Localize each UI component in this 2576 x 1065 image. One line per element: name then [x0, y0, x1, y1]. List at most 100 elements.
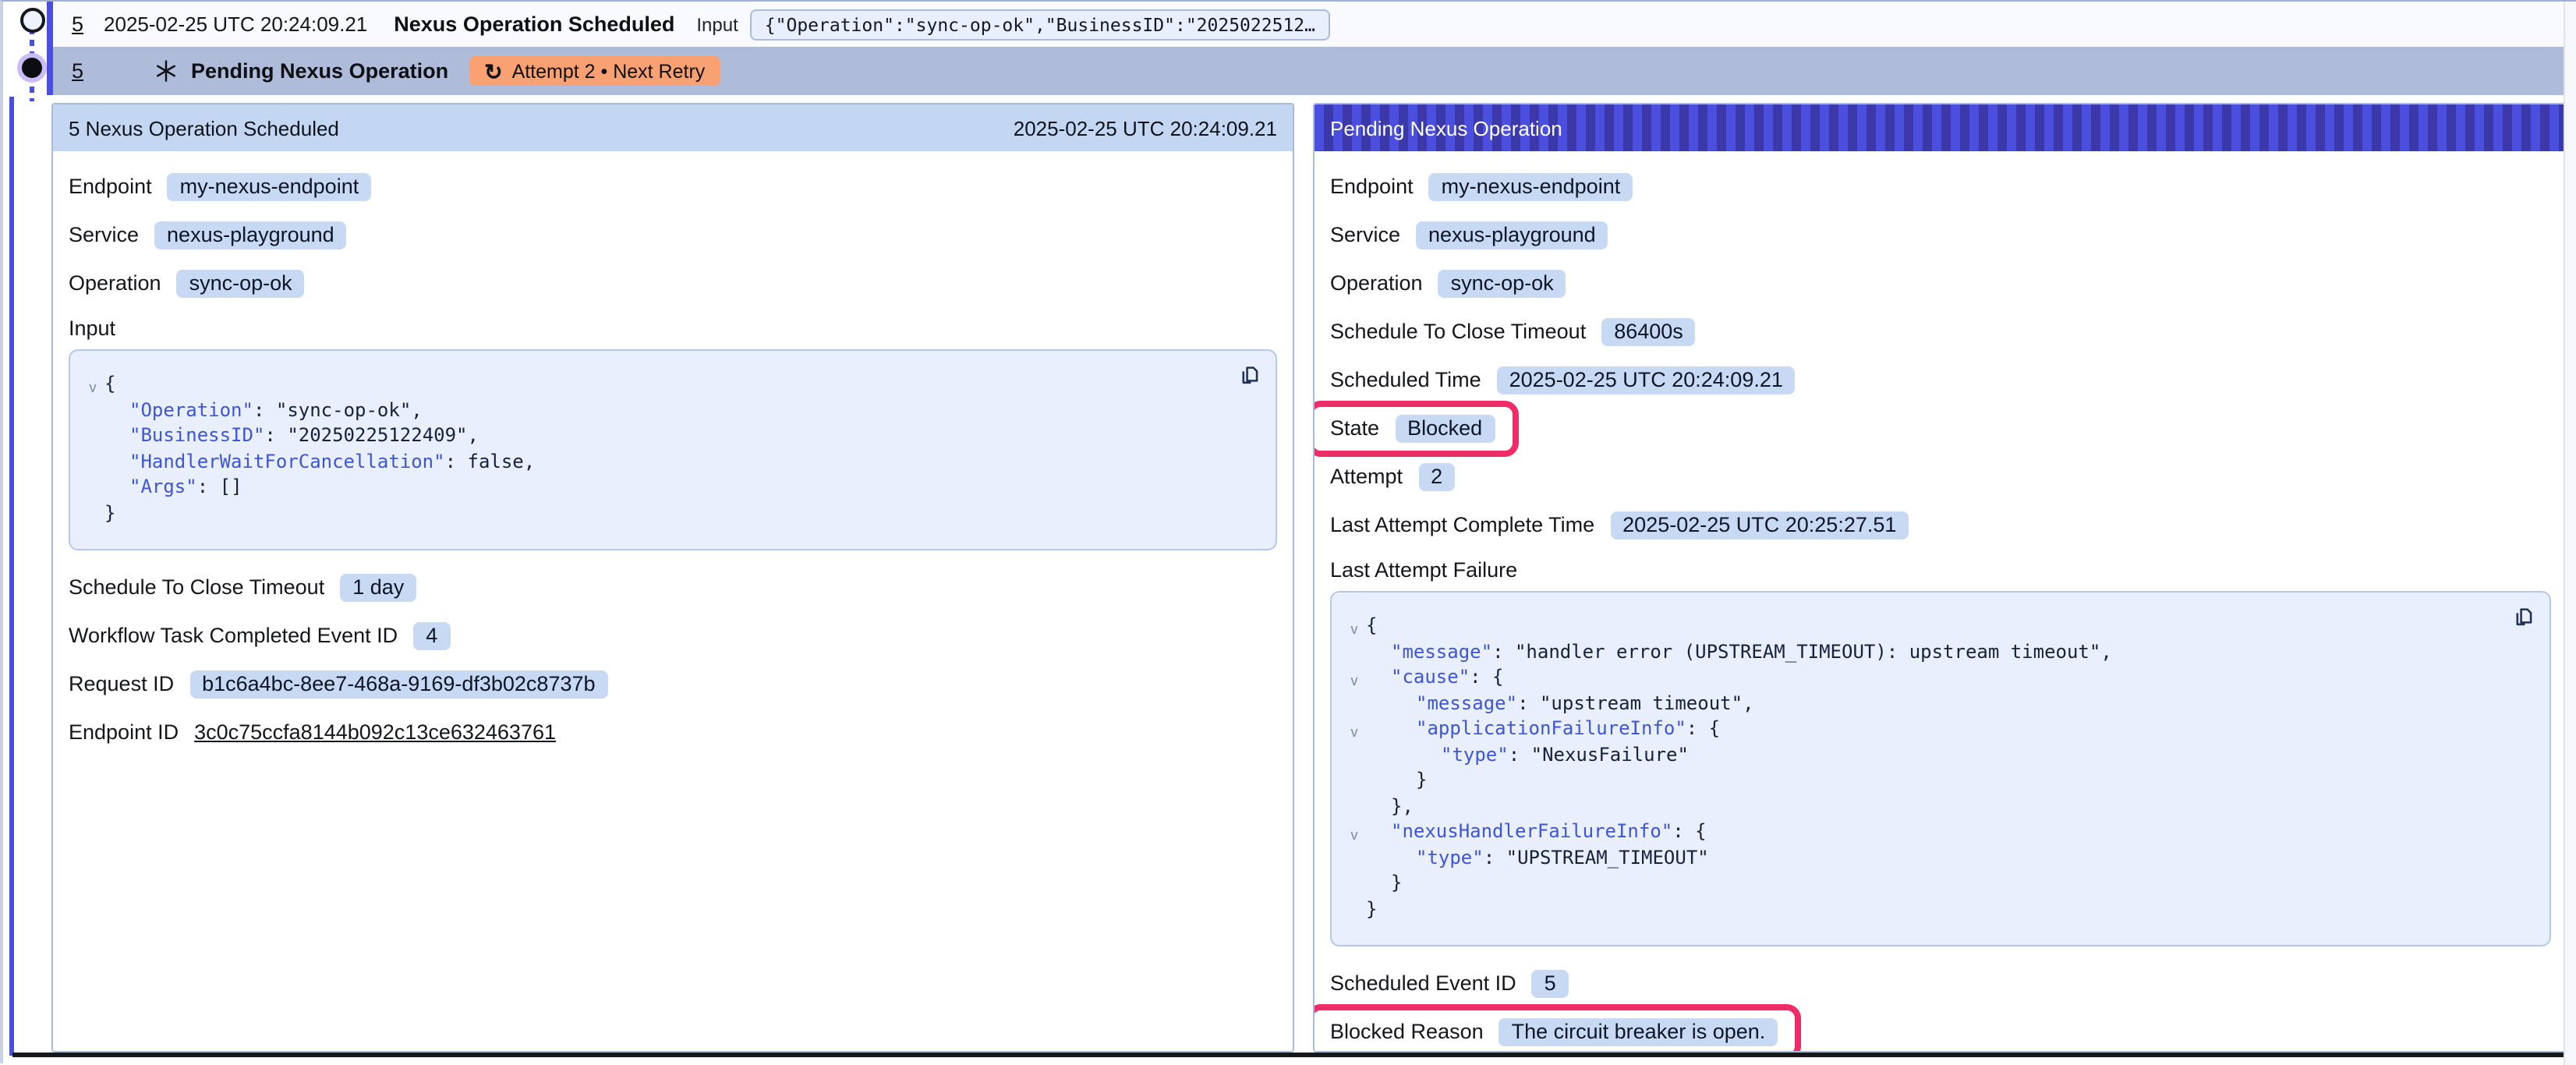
- code-gutter: [1343, 642, 1366, 668]
- field-value-badge: sync-op-ok: [177, 269, 305, 297]
- collapse-chevron-icon[interactable]: v: [1343, 617, 1366, 642]
- scrollbar-track[interactable]: [2564, 2, 2576, 1065]
- code-text: }: [1366, 767, 1427, 793]
- field-row-scheduled-event-id: Scheduled Event ID5: [1330, 968, 2551, 998]
- code-gutter: [1343, 771, 1366, 797]
- code-text: {: [104, 371, 115, 397]
- field-label: State: [1330, 416, 1379, 440]
- code-line: v{: [81, 371, 1223, 397]
- field-row-blocked-reason: Blocked ReasonThe circuit breaker is ope…: [1330, 1017, 2551, 1046]
- code-text: }: [1366, 896, 1377, 922]
- search-highlight-box: StateBlocked: [1313, 400, 1518, 456]
- pending-card-body: Endpointmy-nexus-endpointServicenexus-pl…: [1315, 151, 2567, 1053]
- code-line: }: [1343, 870, 2496, 896]
- retry-refresh-icon: ↻: [484, 62, 502, 80]
- code-gutter: [81, 426, 104, 452]
- field-label: Endpoint: [69, 175, 152, 198]
- field-row-operation: Operation sync-op-ok: [1330, 268, 2551, 298]
- timeline-rail: [3, 2, 50, 98]
- timeline-dot-open-icon: [20, 8, 45, 33]
- field-label: Scheduled Event ID: [1330, 971, 1516, 995]
- field-label: Schedule To Close Timeout: [1330, 320, 1586, 343]
- code-text: "cause": {: [1366, 664, 1504, 690]
- pending-title: Pending Nexus Operation: [191, 59, 448, 83]
- code-text: },: [1366, 793, 1414, 819]
- code-line: }: [1343, 767, 2496, 793]
- code-line: "message": "handler error (UPSTREAM_TIME…: [1343, 639, 2496, 664]
- event-input-preview-chip[interactable]: {"Operation":"sync-op-ok","BusinessID":"…: [751, 9, 1329, 40]
- code-gutter: [1343, 694, 1366, 720]
- copy-icon[interactable]: [2511, 605, 2535, 630]
- field-value-badge: nexus-playground: [1416, 221, 1608, 249]
- field-row-endpoint-id: Endpoint ID 3c0c75ccfa8144b092c13ce632463…: [69, 717, 1277, 747]
- code-gutter: [81, 452, 104, 478]
- event-group-accent-bar: [47, 2, 53, 95]
- code-line: "type": "NexusFailure": [1343, 741, 2496, 767]
- code-line: }: [81, 500, 1223, 525]
- code-line: "HandlerWaitForCancellation": false,: [81, 448, 1223, 474]
- field-label: Scheduled Time: [1330, 368, 1481, 391]
- field-row-endpoint: Endpointmy-nexus-endpoint: [1330, 172, 2551, 201]
- code-text: }: [104, 500, 115, 525]
- code-text: "message": "handler error (UPSTREAM_TIME…: [1366, 639, 2112, 664]
- field-value-badge: The circuit breaker is open.: [1499, 1017, 1778, 1046]
- event-detail-card-header: 5 Nexus Operation Scheduled 2025-02-25 U…: [53, 104, 1293, 151]
- code-line: v"nexusHandlerFailureInfo": {: [1343, 819, 2496, 844]
- field-value-badge: 2: [1418, 462, 1455, 490]
- field-row-state: StateBlocked: [1330, 413, 2551, 443]
- search-highlight-box: Blocked ReasonThe circuit breaker is ope…: [1313, 1003, 1801, 1053]
- endpoint-id-link[interactable]: 3c0c75ccfa8144b092c13ce632463761: [194, 720, 556, 744]
- event-detail-card-time: 2025-02-25 UTC 20:24:09.21: [1014, 116, 1277, 140]
- code-gutter: [1343, 900, 1366, 925]
- failure-section-label: Last Attempt Failure: [1330, 558, 2551, 582]
- field-label: Workflow Task Completed Event ID: [69, 624, 398, 647]
- collapse-chevron-icon[interactable]: v: [1343, 720, 1366, 745]
- code-text: "message": "upstream timeout",: [1366, 690, 1754, 716]
- field-label: Endpoint ID: [69, 720, 179, 744]
- field-value-badge: 2025-02-25 UTC 20:25:27.51: [1610, 511, 1909, 539]
- pending-asterisk-icon: [154, 59, 177, 83]
- field-label: Operation: [69, 271, 161, 295]
- event-row-nexus-operation-scheduled[interactable]: 5 2025-02-25 UTC 20:24:09.21 Nexus Opera…: [53, 2, 2568, 47]
- collapse-chevron-icon[interactable]: v: [81, 375, 104, 401]
- field-label: Schedule To Close Timeout: [69, 575, 324, 599]
- field-row-workflow-task-completed-event-id: Workflow Task Completed Event ID4: [69, 621, 1277, 650]
- field-value-badge: 2025-02-25 UTC 20:24:09.21: [1497, 366, 1796, 394]
- pending-nexus-operation-row[interactable]: 5 Pending Nexus Operation ↻ Attempt 2 • …: [53, 47, 2568, 95]
- code-line: "Args": []: [81, 474, 1223, 500]
- timeline-dot-current-icon: [22, 58, 42, 78]
- expanded-detail-accent-bar: [9, 97, 14, 1056]
- event-id-link[interactable]: 5: [72, 12, 83, 36]
- field-value-badge: nexus-playground: [154, 221, 347, 249]
- field-label: Endpoint: [1330, 175, 1414, 198]
- field-label: Operation: [1330, 271, 1423, 295]
- code-text: "nexusHandlerFailureInfo": {: [1366, 819, 1707, 844]
- field-row-last-attempt-complete-time: Last Attempt Complete Time 2025-02-25 UTC…: [1330, 510, 2551, 540]
- code-gutter: [1343, 797, 1366, 823]
- field-row-schedule-to-close-timeout: Schedule To Close Timeout1 day: [69, 572, 1277, 602]
- code-line: "Operation": "sync-op-ok",: [81, 397, 1223, 423]
- copy-icon[interactable]: [1237, 363, 1261, 388]
- field-row-scheduled-time: Scheduled Time 2025-02-25 UTC 20:24:09.21: [1330, 365, 2551, 395]
- code-gutter: [1343, 848, 1366, 874]
- collapse-chevron-icon[interactable]: v: [1343, 823, 1366, 848]
- code-gutter: [1343, 745, 1366, 771]
- code-text: "HandlerWaitForCancellation": false,: [104, 448, 535, 474]
- collapse-chevron-icon[interactable]: v: [1343, 668, 1366, 694]
- input-json-viewer: v{"Operation": "sync-op-ok","BusinessID"…: [69, 349, 1277, 550]
- code-line: },: [1343, 793, 2496, 819]
- field-row-attempt: Attempt2: [1330, 462, 2551, 491]
- field-value-badge: sync-op-ok: [1438, 269, 1566, 297]
- input-section-label: Input: [69, 317, 1277, 340]
- field-label: Request ID: [69, 672, 174, 695]
- field-row-schedule-to-close-timeout: Schedule To Close Timeout86400s: [1330, 317, 2551, 346]
- pending-operation-detail-card: Pending Nexus Operation Endpointmy-nexus…: [1313, 103, 2568, 1053]
- event-detail-card-body: Endpointmy-nexus-endpointServicenexus-pl…: [53, 151, 1293, 767]
- code-text: {: [1366, 613, 1377, 639]
- code-line: v"applicationFailureInfo": {: [1343, 716, 2496, 741]
- pending-event-id-link[interactable]: 5: [72, 59, 83, 83]
- pending-card-header: Pending Nexus Operation: [1315, 104, 2567, 151]
- code-text: "applicationFailureInfo": {: [1366, 716, 1720, 741]
- field-label: Service: [69, 223, 139, 246]
- field-label: Last Attempt Complete Time: [1330, 513, 1594, 536]
